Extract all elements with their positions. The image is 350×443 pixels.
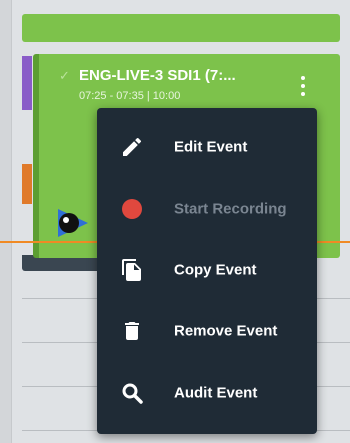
- menu-item-label: Remove Event: [174, 322, 278, 339]
- menu-item-copy-event[interactable]: Copy Event: [97, 239, 317, 300]
- pencil-icon: [119, 134, 145, 160]
- menu-item-label: Copy Event: [174, 261, 257, 278]
- eye-icon[interactable]: [56, 206, 90, 240]
- event-context-menu: Edit Event Start Recording Copy Event Re…: [97, 108, 317, 434]
- copy-icon: [119, 257, 145, 283]
- menu-item-label: Start Recording: [174, 200, 287, 217]
- magnifier-icon: [119, 380, 145, 406]
- event-time-range: 07:25 - 07:35 | 10:00: [79, 90, 181, 102]
- menu-item-label: Edit Event: [174, 138, 248, 155]
- menu-item-edit-event[interactable]: Edit Event: [97, 116, 317, 177]
- timeline-gutter: [0, 0, 12, 443]
- menu-item-label: Audit Event: [174, 384, 258, 401]
- event-block-previous[interactable]: [22, 14, 340, 42]
- event-title: ENG-LIVE-3 SDI1 (7:...: [79, 67, 236, 84]
- event-strip-orange[interactable]: [22, 164, 32, 204]
- record-icon: [119, 196, 145, 222]
- menu-item-audit-event[interactable]: Audit Event: [97, 362, 317, 423]
- kebab-menu-icon[interactable]: [300, 76, 306, 96]
- menu-item-remove-event[interactable]: Remove Event: [97, 300, 317, 361]
- menu-item-start-recording[interactable]: Start Recording: [97, 178, 317, 239]
- trash-icon: [119, 318, 145, 344]
- event-strip-purple[interactable]: [22, 56, 32, 110]
- check-icon: ✓: [59, 68, 70, 83]
